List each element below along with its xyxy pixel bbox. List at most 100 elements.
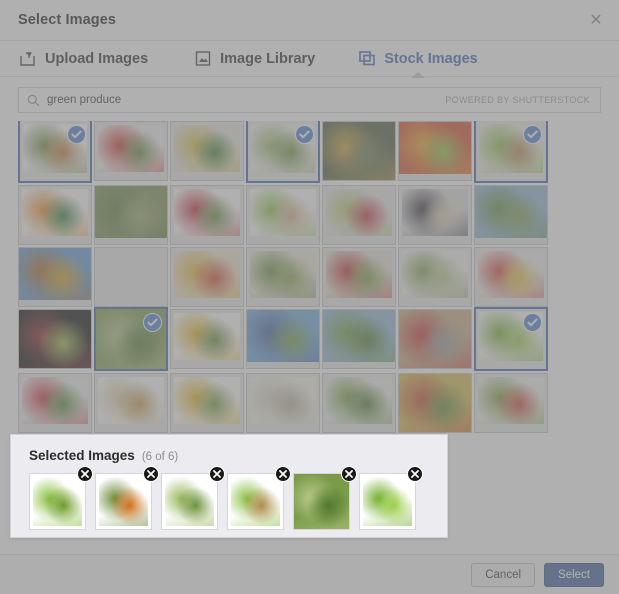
stock-image-tile-pale-seed-pods[interactable] [246,373,320,433]
tab-stock-images[interactable]: Stock Images [359,41,478,77]
thumbnail-mixed-vegetables [174,125,240,172]
thumbnail-orange-with-leaves [22,189,88,236]
stock-image-tile-custard-apple-tree[interactable] [94,307,168,371]
thumbnail-cherry-tomatoes [98,125,164,172]
stock-image-tile-avocado-halves[interactable] [18,121,92,183]
stock-image-tile-broccoli-field[interactable] [94,185,168,245]
thumbnail-avocado-halves [99,477,148,526]
stock-image-tile-green-moss-ball[interactable] [322,373,396,433]
thumbnail-strawberries-tub [22,377,88,424]
thumbnail-green-moss-ball [326,377,392,424]
thumbnail-yellow-squash-row [174,313,240,360]
thumbnail-eggs-on-grass [250,189,316,236]
upload-icon [20,51,37,66]
modal-header: Select Images ✕ [0,0,619,41]
selected-images-panel: Selected Images (6 of 6) [10,434,448,538]
stock-image-tile-cabbage-field[interactable] [322,309,396,369]
stock-image-tile-tomatoes-on-fork[interactable] [398,309,472,369]
stock-image-tile-green-apples-crate[interactable] [474,121,548,183]
close-icon[interactable]: ✕ [585,10,607,32]
stock-image-tile-blank-tile[interactable] [94,247,168,307]
remove-selected-image-button[interactable] [209,466,225,482]
stock-image-tile-kiwi-and-peppers[interactable] [474,373,548,433]
check-icon [295,125,314,144]
dialog-footer: Cancel Select [0,554,619,594]
tab-upload-images-label: Upload Images [45,50,149,67]
stock-image-tile-packaged-produce[interactable] [322,185,396,245]
selected-images-strip [11,463,447,530]
stock-image-tile-red-apples-pile[interactable] [322,247,396,307]
stock-image-tile-mixed-vegetables[interactable] [170,121,244,181]
selected-image-item [293,466,357,530]
thumbnail-tomatoes-on-fork [399,310,471,368]
stock-image-tile-strawberries-tub[interactable] [18,373,92,433]
selected-image-item [227,466,291,530]
stock-image-tile-citrus-slices[interactable] [398,121,472,181]
stock-image-tile-eggs-on-grass[interactable] [246,185,320,245]
stock-image-tile-barn-and-field[interactable] [246,309,320,369]
check-icon [523,313,542,332]
thumbnail-green-asparagus [402,251,468,298]
stock-image-tile-orange-with-leaves[interactable] [18,185,92,245]
check-icon [143,313,162,332]
tab-bar: Upload Images Image Library Stock Images [0,41,619,77]
stock-image-tile-leafy-greens-bunch[interactable] [246,247,320,307]
select-button[interactable]: Select [544,562,604,587]
thumbnail-lettuce-leaves [363,477,412,526]
remove-selected-image-button[interactable] [407,466,423,482]
thumbnail-green-custard-apples [165,477,214,526]
selected-image-item [161,466,225,530]
remove-selected-image-button[interactable] [341,466,357,482]
thumbnail-blank-tile [98,251,164,298]
stock-image-tile-scarecrow-sky[interactable] [18,247,92,307]
selected-image-item [95,466,159,530]
stock-image-tile-green-hills[interactable] [474,185,548,245]
tab-image-library-label: Image Library [220,50,316,67]
stock-images-icon [359,51,376,66]
thumbnail-colored-pasta [399,374,471,432]
remove-selected-image-button[interactable] [275,466,291,482]
thumbnail-broccoli-field [95,186,167,238]
page-title: Select Images [18,12,117,28]
thumbnail-green-apple [33,477,82,526]
stock-image-tile-green-custard-apples[interactable] [246,121,320,183]
tab-upload-images[interactable]: Upload Images [20,41,148,77]
thumbnail-pale-seed-pods [250,377,316,424]
thumbnail-apple-on-book [19,310,91,368]
stock-image-tile-peppers-in-tray[interactable] [474,247,548,307]
stock-image-tile-bowl-of-grain[interactable] [94,373,168,433]
stock-image-grid[interactable] [0,121,619,451]
stock-image-tile-yellow-squash-row[interactable] [170,309,244,369]
search-icon [27,94,40,107]
cancel-button[interactable]: Cancel [471,562,536,587]
select-images-dialog: Select Images ✕ Upload Images Image Libr… [0,0,619,594]
stock-image-tile-apple-on-book[interactable] [18,309,92,369]
tab-image-library[interactable]: Image Library [195,41,315,77]
search-box[interactable]: POWERED BY SHUTTERSTOCK [18,87,601,113]
thumbnail-leafy-greens-bunch [250,251,316,298]
check-icon [523,125,542,144]
selected-images-header: Selected Images (6 of 6) [11,435,447,463]
thumbnail-green-hills [475,186,547,238]
thumbnail-green-apples-crate [231,477,280,526]
remove-selected-image-button[interactable] [143,466,159,482]
thumbnail-bowl-of-grain [98,377,164,424]
thumbnail-vegetable-assortment [174,189,240,236]
stock-image-tile-sliced-eggplant[interactable] [398,185,472,245]
stock-image-tile-vegetable-assortment[interactable] [170,185,244,245]
thumbnail-red-apples-pile [326,251,392,298]
thumbnail-citrus-slices [399,122,471,174]
stock-image-tile-lettuce-leaves[interactable] [474,307,548,371]
stock-image-tile-apples-and-oranges[interactable] [170,247,244,307]
selected-images-title: Selected Images [29,448,135,463]
stock-image-tile-ornamental-gourds[interactable] [322,121,396,181]
stock-image-tile-squash-blossom[interactable] [170,373,244,433]
selected-images-count: (6 of 6) [141,451,179,463]
remove-selected-image-button[interactable] [77,466,93,482]
thumbnail-scarecrow-sky [19,248,91,300]
stock-image-tile-colored-pasta[interactable] [398,373,472,433]
stock-image-tile-green-asparagus[interactable] [398,247,472,307]
thumbnail-apples-and-oranges [174,251,240,298]
stock-image-tile-cherry-tomatoes[interactable] [94,121,168,181]
image-library-icon [195,51,212,66]
